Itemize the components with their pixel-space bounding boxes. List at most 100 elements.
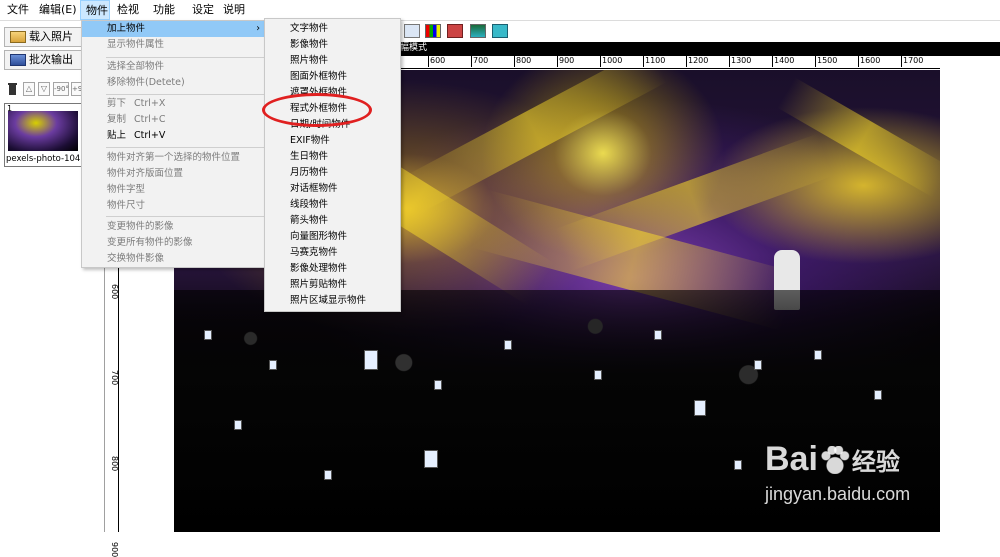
ruler-tick-label: 900 xyxy=(110,542,119,557)
ruler-tick xyxy=(643,56,644,67)
menu-paste-shortcut: Ctrl+V xyxy=(134,130,166,141)
submenu-photo-area-object[interactable]: 照片区域显示物件 xyxy=(265,293,400,309)
rotate-left-button[interactable]: -90° xyxy=(53,82,69,96)
ruler-tick-label: 600 xyxy=(430,56,446,65)
submenu-photo-clip-object[interactable]: 照片剪贴物件 xyxy=(265,277,400,293)
move-up-icon[interactable]: △ xyxy=(23,82,35,96)
move-down-icon[interactable]: ▽ xyxy=(38,82,50,96)
menu-object[interactable]: 物件 xyxy=(80,0,110,20)
menu-add-object-label: 加上物件 xyxy=(107,23,146,34)
menu-paste[interactable]: 贴上 Ctrl+V xyxy=(82,128,266,144)
menu-copy[interactable]: 复制 Ctrl+C xyxy=(82,112,266,128)
mode-label: 幅模式 xyxy=(400,43,428,53)
menu-cut[interactable]: 剪下 Ctrl+X xyxy=(82,96,266,112)
ruler-tick-label: 700 xyxy=(473,56,489,65)
menu-separator xyxy=(106,216,264,217)
ruler-tick xyxy=(514,56,515,67)
menu-swap-images[interactable]: 交换物件影像 xyxy=(82,251,266,267)
mode-band: 幅模式 xyxy=(400,42,1000,56)
menu-copy-label: 复制 xyxy=(107,114,127,125)
menu-change-image[interactable]: 变更物件的影像 xyxy=(82,219,266,235)
menu-help[interactable]: 说明 xyxy=(218,0,250,20)
submenu-mosaic-object[interactable]: 马赛克物件 xyxy=(265,245,400,261)
save-disk-icon xyxy=(10,54,26,66)
submenu-picture-frame-object[interactable]: 图面外框物件 xyxy=(265,69,400,85)
submenu-line-object[interactable]: 线段物件 xyxy=(265,197,400,213)
submenu-text-object[interactable]: 文字物件 xyxy=(265,21,400,37)
ruler-tick-label: 1300 xyxy=(731,56,752,65)
object-menu: 加上物件 › 显示物件属性 选择全部物件 移除物件(Detete) 剪下 Ctr… xyxy=(81,20,267,268)
menu-cut-shortcut: Ctrl+X xyxy=(134,98,166,109)
menu-function[interactable]: 功能 xyxy=(148,0,180,20)
submenu-dialog-object[interactable]: 对话框物件 xyxy=(265,181,400,197)
load-photo-button[interactable]: 载入照片 xyxy=(4,27,82,47)
submenu-vector-object[interactable]: 向量图形物件 xyxy=(265,229,400,245)
ruler-tick xyxy=(815,56,816,67)
menu-edit[interactable]: 编辑(E) xyxy=(34,0,82,20)
submenu-image-object[interactable]: 影像物件 xyxy=(265,37,400,53)
menu-copy-shortcut: Ctrl+C xyxy=(134,114,166,125)
menu-cut-label: 剪下 xyxy=(107,98,127,109)
batch-output-button[interactable]: 批次输出 xyxy=(4,50,82,70)
ruler-tick-label: 700 xyxy=(110,370,119,386)
paw-icon xyxy=(819,446,850,474)
landscape-image-icon[interactable] xyxy=(470,24,486,38)
color-palette-icon[interactable] xyxy=(425,24,441,38)
ruler-tick xyxy=(729,56,730,67)
menu-select-all[interactable]: 选择全部物件 xyxy=(82,59,266,75)
submenu-birthday-object[interactable]: 生日物件 xyxy=(265,149,400,165)
ruler-tick-label: 1000 xyxy=(602,56,623,65)
add-object-submenu: 文字物件 影像物件 照片物件 图面外框物件 遮罩外框物件 程式外框物件 日期/时… xyxy=(264,18,401,312)
chevron-right-icon: › xyxy=(256,23,260,34)
watermark-url: jingyan.baidu.com xyxy=(765,484,911,504)
menu-align-first[interactable]: 物件对齐第一个选择的物件位置 xyxy=(82,150,266,166)
watermark-brand: Bai xyxy=(765,440,818,478)
menu-separator xyxy=(106,147,264,148)
ruler-tick xyxy=(600,56,601,67)
monitor-icon[interactable] xyxy=(492,24,508,38)
menu-separator xyxy=(106,57,264,58)
menu-object-font[interactable]: 物件字型 xyxy=(82,182,266,198)
ruler-tick-label: 800 xyxy=(516,56,532,65)
ruler-tick-label: 600 xyxy=(110,284,119,300)
ruler-tick xyxy=(686,56,687,67)
batch-output-label: 批次输出 xyxy=(29,53,73,66)
ruler-tick xyxy=(901,56,902,67)
trash-icon[interactable] xyxy=(7,82,18,96)
watermark-brand-cn: 经验 xyxy=(851,449,900,476)
photo-thumbnail-image xyxy=(8,111,78,151)
thumbnail-filename: pexels-photo-104... xyxy=(6,154,89,164)
ruler-tick-label: 1600 xyxy=(860,56,881,65)
menu-view[interactable]: 检视 xyxy=(112,0,144,20)
ruler-tick-label: 1400 xyxy=(774,56,795,65)
menu-file[interactable]: 文件 xyxy=(2,0,34,20)
menu-separator xyxy=(106,94,264,95)
submenu-image-processing-object[interactable]: 影像处理物件 xyxy=(265,261,400,277)
ruler-tick xyxy=(471,56,472,67)
ruler-tick xyxy=(858,56,859,67)
ruler-tick-label: 1200 xyxy=(688,56,709,65)
menu-change-all-images[interactable]: 变更所有物件的影像 xyxy=(82,235,266,251)
baidu-watermark: Bai 经验 jingyan.baidu.com xyxy=(765,440,995,510)
menu-paste-label: 贴上 xyxy=(107,130,127,141)
ruler-tick-label: 1500 xyxy=(817,56,838,65)
load-photo-label: 载入照片 xyxy=(29,30,73,43)
menu-align-layout[interactable]: 物件对齐版面位置 xyxy=(82,166,266,182)
submenu-exif-object[interactable]: EXIF物件 xyxy=(265,133,400,149)
menu-object-size[interactable]: 物件尺寸 xyxy=(82,198,266,214)
folder-open-icon xyxy=(10,31,26,43)
ruler-tick xyxy=(557,56,558,67)
ruler-tick xyxy=(772,56,773,67)
menu-bar: 文件 编辑(E) 物件 检视 功能 设定 说明 xyxy=(0,0,1000,21)
menu-settings[interactable]: 设定 xyxy=(187,0,219,20)
submenu-arrow-object[interactable]: 箭头物件 xyxy=(265,213,400,229)
menu-show-properties[interactable]: 显示物件属性 xyxy=(82,37,266,53)
menu-add-object[interactable]: 加上物件 › xyxy=(82,21,266,37)
ruler-tick-label: 1100 xyxy=(645,56,666,65)
pointer-tool-icon[interactable] xyxy=(404,24,420,38)
submenu-calendar-object[interactable]: 月历物件 xyxy=(265,165,400,181)
ruler-tick-label: 900 xyxy=(559,56,575,65)
submenu-photo-object[interactable]: 照片物件 xyxy=(265,53,400,69)
menu-remove-object[interactable]: 移除物件(Detete) xyxy=(82,75,266,91)
edit-image-icon[interactable] xyxy=(447,24,463,38)
